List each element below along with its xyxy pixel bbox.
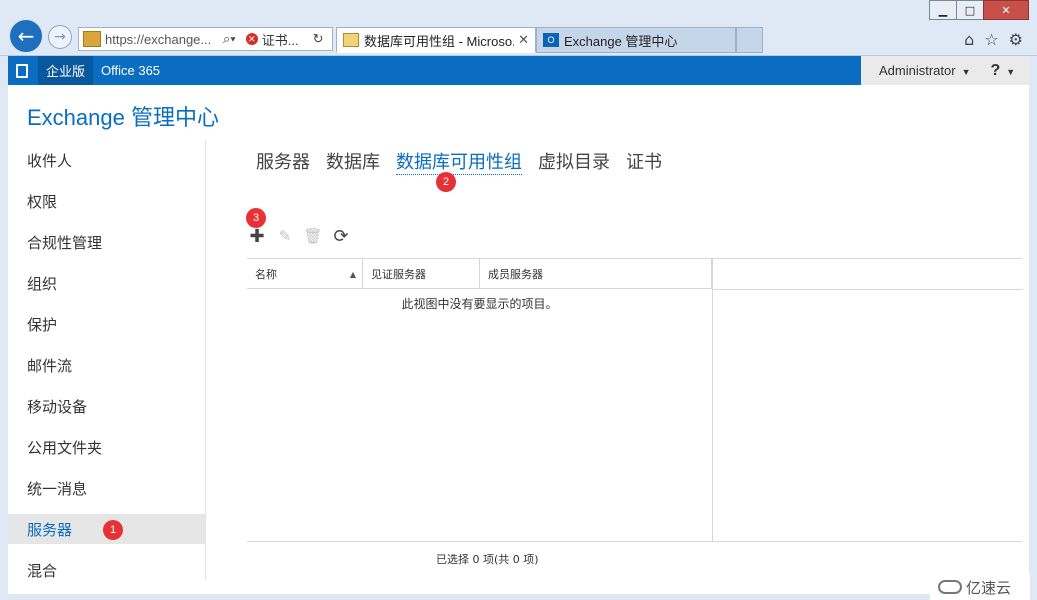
nav-item-organization[interactable]: 组织 bbox=[8, 268, 205, 298]
tab-label: Exchange 管理中心 bbox=[564, 33, 678, 49]
arrow-left-icon: ← bbox=[17, 24, 35, 48]
details-divider bbox=[713, 289, 1023, 290]
tab-virtual-directories[interactable]: 虚拟目录 bbox=[538, 148, 610, 175]
certificate-error-label[interactable]: 证书... bbox=[262, 30, 299, 49]
refresh-icon[interactable]: ↻ bbox=[313, 31, 324, 47]
tab-databases[interactable]: 数据库 bbox=[326, 148, 380, 175]
column-label: 名称 bbox=[255, 268, 277, 281]
topbar-office365[interactable]: Office 365 bbox=[93, 56, 168, 85]
column-label: 见证服务器 bbox=[371, 268, 426, 281]
envelope-icon bbox=[343, 33, 359, 47]
nav-item-permissions[interactable]: 权限 bbox=[8, 186, 205, 216]
browser-tab-exchange[interactable]: O Exchange 管理中心 bbox=[536, 27, 736, 53]
nav-item-mail-flow[interactable]: 邮件流 bbox=[8, 350, 205, 380]
cloud-logo-icon bbox=[938, 580, 962, 594]
browser-tab-active[interactable]: 数据库可用性组 - Microso... ✕ bbox=[336, 27, 536, 53]
toolbar: ✚ ✎ 🗑 ⟳ bbox=[248, 226, 350, 247]
minimize-button[interactable]: ▁ bbox=[929, 0, 957, 20]
favorites-star-icon[interactable]: ☆ bbox=[984, 30, 998, 49]
address-url[interactable]: https://exchange... bbox=[105, 32, 217, 47]
sort-ascending-icon: ▲ bbox=[349, 269, 356, 279]
address-bar[interactable]: https://exchange... ⌕▾ ✕ 证书... ↻ bbox=[78, 27, 333, 51]
office-logo-icon[interactable] bbox=[16, 63, 28, 78]
browser-tools: ⌂ ☆ ⚙ bbox=[964, 30, 1023, 49]
new-tab-button[interactable] bbox=[736, 27, 763, 53]
nav-item-protection[interactable]: 保护 bbox=[8, 309, 205, 339]
add-icon[interactable]: ✚ bbox=[248, 226, 266, 247]
edit-icon: ✎ bbox=[278, 227, 292, 245]
maximize-button[interactable]: □ bbox=[956, 0, 984, 20]
sub-nav: 服务器 数据库 数据库可用性组 虚拟目录 证书 bbox=[256, 148, 678, 175]
user-menu[interactable]: Administrator ▼ bbox=[861, 63, 981, 78]
browser-chrome: ▁ □ ✕ ← → https://exchange... ⌕▾ ✕ 证书...… bbox=[0, 0, 1037, 56]
details-pane bbox=[712, 259, 1023, 542]
annotation-badge: 1 bbox=[103, 520, 123, 540]
chevron-down-icon: ▼ bbox=[961, 67, 971, 77]
certificate-error-icon[interactable]: ✕ bbox=[245, 33, 258, 45]
page-title: Exchange 管理中心 bbox=[27, 105, 219, 130]
help-menu[interactable]: ? ▼ bbox=[991, 62, 1016, 80]
topbar-enterprise[interactable]: 企业版 bbox=[38, 56, 94, 85]
window-controls: ▁ □ ✕ bbox=[929, 0, 1029, 20]
outlook-icon: O bbox=[543, 33, 559, 47]
list-header: 名称 ▲ 见证服务器 成员服务器 bbox=[247, 259, 712, 289]
nav-item-unified-messaging[interactable]: 统一消息 bbox=[8, 473, 205, 503]
help-label: ? bbox=[990, 61, 1001, 79]
nav-item-mobile[interactable]: 移动设备 bbox=[8, 391, 205, 421]
user-area: Administrator ▼ ? ▼ bbox=[861, 56, 1029, 85]
list-view: 名称 ▲ 见证服务器 成员服务器 此视图中没有要显示的项目。 bbox=[247, 258, 1023, 542]
window-frame-bottom bbox=[0, 594, 1037, 600]
refresh-icon[interactable]: ⟳ bbox=[332, 226, 350, 247]
delete-icon: 🗑 bbox=[303, 227, 323, 245]
column-header-name[interactable]: 名称 ▲ bbox=[247, 259, 363, 289]
window-frame-left bbox=[0, 56, 8, 600]
nav-item-hybrid[interactable]: 混合 bbox=[8, 555, 205, 585]
user-name: Administrator bbox=[879, 63, 956, 78]
list-footer-divider bbox=[247, 541, 1022, 542]
tab-servers[interactable]: 服务器 bbox=[256, 148, 310, 175]
nav-item-public-folders[interactable]: 公用文件夹 bbox=[8, 432, 205, 462]
chevron-down-icon: ▼ bbox=[1006, 66, 1016, 77]
watermark: 亿速云 bbox=[930, 574, 1030, 600]
column-label: 成员服务器 bbox=[488, 268, 543, 281]
column-header-witness[interactable]: 见证服务器 bbox=[363, 259, 480, 289]
search-icon[interactable]: ⌕▾ bbox=[223, 31, 236, 47]
nav-item-compliance[interactable]: 合规性管理 bbox=[8, 227, 205, 257]
annotation-badge: 2 bbox=[436, 172, 456, 192]
column-header-members[interactable]: 成员服务器 bbox=[480, 259, 712, 289]
window-frame-right bbox=[1029, 56, 1037, 600]
left-nav: 收件人 权限 合规性管理 组织 保护 邮件流 移动设备 公用文件夹 统一消息 服… bbox=[8, 140, 206, 580]
tab-certificates[interactable]: 证书 bbox=[626, 148, 662, 175]
forward-button[interactable]: → bbox=[48, 25, 72, 49]
close-window-button[interactable]: ✕ bbox=[983, 0, 1029, 20]
empty-list-message: 此视图中没有要显示的项目。 bbox=[401, 297, 558, 311]
tab-label: 数据库可用性组 - Microso... bbox=[364, 33, 515, 49]
arrow-right-icon: → bbox=[54, 29, 66, 45]
page-icon bbox=[83, 31, 101, 47]
office-topbar: 企业版 Office 365 Administrator ▼ ? ▼ bbox=[8, 56, 1029, 85]
close-tab-icon[interactable]: ✕ bbox=[518, 32, 529, 48]
home-icon[interactable]: ⌂ bbox=[964, 30, 974, 49]
back-button[interactable]: ← bbox=[8, 18, 44, 54]
nav-item-recipients[interactable]: 收件人 bbox=[8, 145, 205, 175]
gear-icon[interactable]: ⚙ bbox=[1009, 30, 1023, 49]
tab-dag[interactable]: 数据库可用性组 bbox=[396, 148, 522, 175]
watermark-text: 亿速云 bbox=[966, 579, 1012, 597]
selection-status: 已选择 0 项(共 0 项) bbox=[436, 553, 539, 566]
